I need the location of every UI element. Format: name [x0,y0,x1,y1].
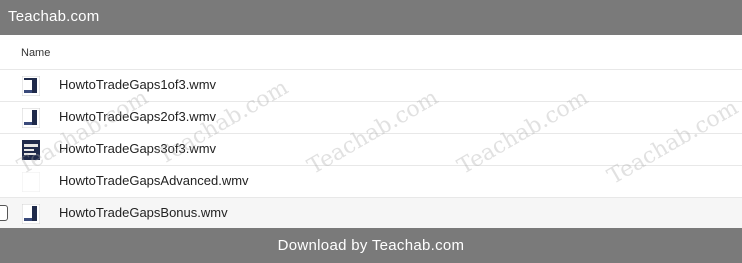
video-thumbnail-icon [21,203,41,225]
file-list: Name HowtoTradeGaps1of3.wmv HowtoTradeGa… [0,35,742,229]
name-column-header[interactable]: Name [21,47,50,59]
video-thumbnail-icon [21,107,41,129]
column-header: Name [0,35,742,70]
file-row[interactable]: HowtoTradeGapsBonus.wmv [0,198,742,229]
top-bar: Teachab.com [0,0,742,35]
file-row[interactable]: HowtoTradeGaps3of3.wmv [0,134,742,166]
file-row[interactable]: HowtoTradeGaps1of3.wmv [0,70,742,102]
file-row[interactable]: HowtoTradeGaps2of3.wmv [0,102,742,134]
file-name[interactable]: HowtoTradeGapsBonus.wmv [59,205,228,220]
select-checkbox[interactable] [0,205,8,221]
download-footer[interactable]: Download by Teachab.com [0,228,742,263]
file-name[interactable]: HowtoTradeGaps1of3.wmv [59,77,216,92]
file-row[interactable]: HowtoTradeGapsAdvanced.wmv [0,166,742,198]
file-name[interactable]: HowtoTradeGaps3of3.wmv [59,141,216,156]
file-name[interactable]: HowtoTradeGaps2of3.wmv [59,109,216,124]
video-thumbnail-icon [21,75,41,97]
video-thumbnail-icon [22,140,40,160]
footer-text[interactable]: Download by Teachab.com [278,237,465,254]
site-title: Teachab.com [8,8,100,25]
file-name[interactable]: HowtoTradeGapsAdvanced.wmv [59,173,249,188]
blank-file-icon [21,171,41,193]
